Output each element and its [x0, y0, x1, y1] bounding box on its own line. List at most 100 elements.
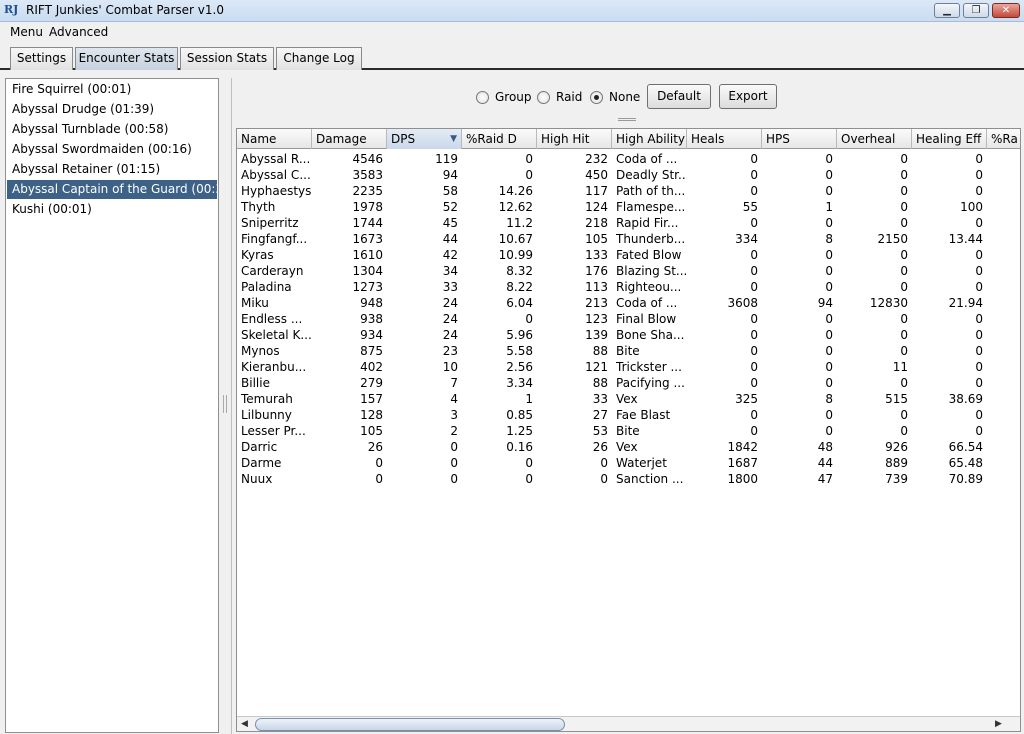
encounter-item[interactable]: Kushi (00:01): [7, 200, 217, 219]
cell-damage: 1744: [352, 216, 383, 230]
cell-hps: 0: [825, 152, 833, 166]
table-row[interactable]: Nuux 0 0 0 0 Sanction ... 1800 47 739 70.89: [237, 471, 1020, 487]
encounter-item[interactable]: Fire Squirrel (00:01): [7, 80, 217, 99]
column-header-overheal[interactable]: Overheal: [837, 129, 912, 149]
table-row[interactable]: Thyth 1978 52 12.62 124 Flamespe... 55 1 0 100: [237, 199, 1020, 215]
table-row[interactable]: Darric 26 0 0.16 26 Vex 1842 48 926 66.54: [237, 439, 1020, 455]
cell-dps: 94: [442, 168, 458, 182]
cell-damage: 128: [360, 408, 383, 422]
splitter-handle[interactable]: [223, 395, 227, 413]
table-row[interactable]: Sniperritz 1744 45 11.2 218 Rapid Fir... 0 0 0 0: [237, 215, 1020, 231]
cell-hps: 44: [817, 456, 833, 470]
divider-handle[interactable]: [618, 118, 636, 121]
maximize-button[interactable]: ❐: [963, 3, 989, 18]
menu-item-menu[interactable]: Menu: [10, 25, 43, 39]
table-row[interactable]: Paladina 1273 33 8.22 113 Righteou... 0 0 0 0: [237, 279, 1020, 295]
encounter-item[interactable]: Abyssal Captain of the Guard (00:38): [7, 180, 217, 199]
table-row[interactable]: Temurah 157 4 1 33 Vex 325 8 515 38.69: [237, 391, 1020, 407]
table-row[interactable]: Kieranbu... 402 10 2.56 121 Trickster ... 0 0 11…: [237, 359, 1020, 375]
encounter-list[interactable]: Fire Squirrel (00:01) Abyssal Drudge (01:…: [5, 78, 219, 733]
cell-overheal: 0: [900, 152, 908, 166]
scrollbar-thumb[interactable]: [255, 718, 565, 731]
cell-heals: 0: [750, 168, 758, 182]
cell-high-hit: 33: [592, 392, 608, 406]
raid-radio[interactable]: Raid: [537, 90, 582, 104]
encounter-stats-panel: Group Raid None Default Export Name Damag…: [231, 78, 1024, 734]
scroll-right-icon[interactable]: ▶: [995, 719, 1002, 729]
table-row[interactable]: Fingfangf... 1673 44 10.67 105 Thunderb... 334…: [237, 231, 1020, 247]
table-row[interactable]: Hyphaestys 2235 58 14.26 117 Path of th... 0 0 0…: [237, 183, 1020, 199]
none-radio[interactable]: None: [590, 90, 640, 104]
column-header-name[interactable]: Name: [237, 129, 312, 149]
encounter-item[interactable]: Abyssal Drudge (01:39): [7, 100, 217, 119]
cell-heals: 1842: [727, 440, 758, 454]
group-radio[interactable]: Group: [476, 90, 532, 104]
column-header-high-ability[interactable]: High Ability: [612, 129, 687, 149]
table-row[interactable]: Lesser Pr... 105 2 1.25 53 Bite 0 0 0 0: [237, 423, 1020, 439]
table-row[interactable]: Abyssal C... 3583 94 0 450 Deadly Str... 0 0 0 0: [237, 167, 1020, 183]
cell-high-hit: 133: [585, 248, 608, 262]
column-header-damage[interactable]: Damage: [312, 129, 387, 149]
cell-damage: 4546: [352, 152, 383, 166]
table-row[interactable]: Lilbunny 128 3 0.85 27 Fae Blast 0 0 0 0: [237, 407, 1020, 423]
table-row[interactable]: Darme 0 0 0 0 Waterjet 1687 44 889 65.48: [237, 455, 1020, 471]
encounter-item[interactable]: Abyssal Swordmaiden (00:16): [7, 140, 217, 159]
column-header-healing-eff[interactable]: Healing Eff: [912, 129, 987, 149]
cell-healing-eff: 0: [975, 344, 983, 358]
minimize-button[interactable]: ▁: [934, 3, 960, 18]
column-header-label: Healing Eff: [916, 132, 982, 146]
tab-encounter-stats[interactable]: Encounter Stats: [75, 47, 178, 70]
table-row[interactable]: Abyssal R... 4546 119 0 232 Coda of ... 0 0 0 0: [237, 151, 1020, 167]
scroll-left-icon[interactable]: ◀: [241, 719, 248, 729]
table-row[interactable]: Skeletal K... 934 24 5.96 139 Bone Sha... 0 0 0 0: [237, 327, 1020, 343]
column-header-raid-heal-pct[interactable]: %Ra: [987, 129, 1020, 149]
cell-hps: 0: [825, 328, 833, 342]
cell-dps: 4: [450, 392, 458, 406]
group-radio-circle[interactable]: [476, 90, 489, 104]
cell-high-ability: Rapid Fir...: [616, 216, 679, 230]
cell-raid-damage-pct: 0.85: [506, 408, 533, 422]
cell-high-hit: 0: [600, 472, 608, 486]
horizontal-scrollbar[interactable]: ◀ ▶: [237, 716, 1020, 731]
cell-hps: 0: [825, 344, 833, 358]
close-button[interactable]: ✕: [992, 3, 1020, 18]
cell-name: Kieranbu...: [241, 360, 307, 374]
column-header-hps[interactable]: HPS: [762, 129, 837, 149]
encounter-item[interactable]: Abyssal Turnblade (00:58): [7, 120, 217, 139]
cell-hps: 0: [825, 184, 833, 198]
default-button[interactable]: Default: [647, 84, 711, 109]
table-row[interactable]: Carderayn 1304 34 8.32 176 Blazing St... 0 0 0 0: [237, 263, 1020, 279]
cell-heals: 0: [750, 152, 758, 166]
cell-hps: 0: [825, 312, 833, 326]
cell-heals: 0: [750, 360, 758, 374]
cell-dps: 2: [450, 424, 458, 438]
column-header-heals[interactable]: Heals: [687, 129, 762, 149]
cell-raid-damage-pct: 0: [525, 312, 533, 326]
cell-name: Nuux: [241, 472, 273, 486]
cell-raid-damage-pct: 3.34: [506, 376, 533, 390]
tab-change-log[interactable]: Change Log: [276, 47, 362, 70]
column-header-raid-damage-pct[interactable]: %Raid D: [462, 129, 537, 149]
column-header-high-hit[interactable]: High Hit: [537, 129, 612, 149]
none-radio-circle[interactable]: [590, 90, 603, 104]
app-logo-icon: RJ: [4, 3, 19, 16]
cell-damage: 1610: [352, 248, 383, 262]
cell-dps: 7: [450, 376, 458, 390]
menu-item-advanced[interactable]: Advanced: [49, 25, 108, 39]
cell-high-hit: 88: [592, 344, 608, 358]
export-button[interactable]: Export: [719, 84, 777, 109]
encounter-item[interactable]: Abyssal Retainer (01:15): [7, 160, 217, 179]
table-row[interactable]: Mynos 875 23 5.58 88 Bite 0 0 0 0: [237, 343, 1020, 359]
table-row[interactable]: Billie 279 7 3.34 88 Pacifying ... 0 0 0 0: [237, 375, 1020, 391]
raid-radio-circle[interactable]: [537, 90, 550, 104]
tab-settings[interactable]: Settings: [10, 47, 73, 70]
tab-session-stats[interactable]: Session Stats: [180, 47, 274, 70]
cell-damage: 948: [360, 296, 383, 310]
cell-high-hit: 218: [585, 216, 608, 230]
cell-damage: 1273: [352, 280, 383, 294]
column-header-dps[interactable]: DPS ▼: [387, 129, 462, 149]
table-row[interactable]: Kyras 1610 42 10.99 133 Fated Blow 0 0 0 0: [237, 247, 1020, 263]
table-row[interactable]: Endless ... 938 24 0 123 Final Blow 0 0 0 0: [237, 311, 1020, 327]
table-row[interactable]: Miku 948 24 6.04 213 Coda of ... 3608 94 12830 21…: [237, 295, 1020, 311]
cell-name: Abyssal R...: [241, 152, 311, 166]
